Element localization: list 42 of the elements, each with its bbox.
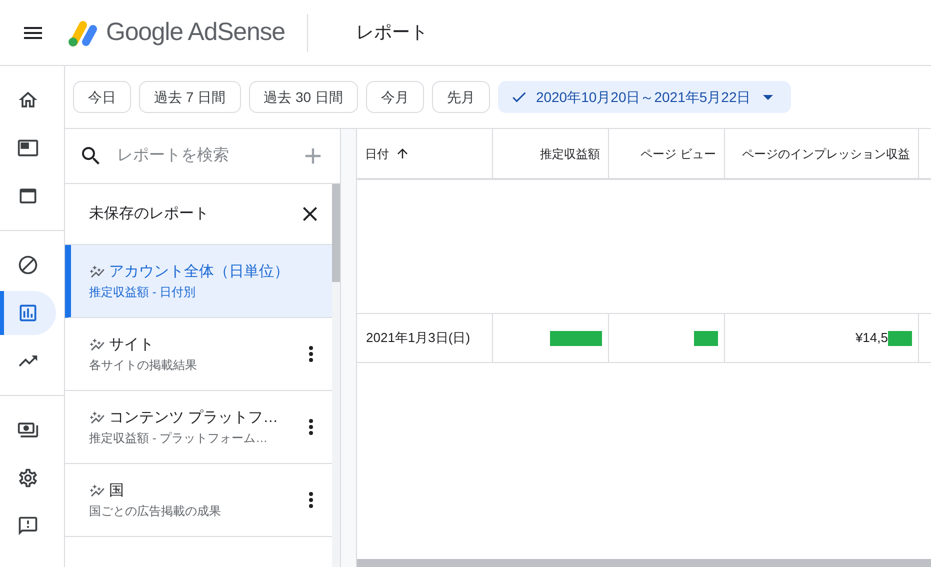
column-header[interactable]: 日付 [357, 129, 493, 178]
ad-display-icon [17, 137, 39, 159]
horizontal-scrollbar[interactable] [357, 559, 931, 567]
date-filter-chip[interactable]: 今日 [73, 81, 131, 113]
cell-text: ¥14,5 [855, 329, 888, 348]
column-header[interactable]: ページのインプレッション収益 [725, 129, 919, 178]
column-header[interactable]: ページ ビュー [609, 129, 725, 178]
page-title: レポート [356, 21, 428, 44]
report-title: 国 [109, 480, 124, 501]
report-title: アカウント全体（日単位） [109, 262, 289, 282]
settings-icon [17, 467, 39, 489]
date-filter-chip[interactable]: 先月 [432, 81, 490, 113]
report-item[interactable]: アカウント全体（日単位） 推定収益額 - 日付別 [65, 245, 332, 318]
cell-text: 2021年1月3日(日) [366, 329, 470, 348]
auto-graph-icon [89, 410, 105, 426]
search-field[interactable]: レポートを検索 [117, 144, 286, 168]
date-filter-chip[interactable]: 2020年10月20日～2021年5月22日 [498, 81, 791, 113]
unsaved-report-title: 未保存のレポート [89, 204, 209, 224]
logo-text: Google AdSense [106, 16, 285, 48]
bar-chart-icon [17, 302, 39, 324]
report-subtitle: 各サイトの掲載結果 [89, 357, 198, 374]
report-subtitle: 推定収益額 - プラットフォーム… [89, 430, 269, 448]
auto-graph-icon [89, 337, 105, 353]
more-vertical-icon [309, 346, 313, 362]
auto-graph-icon [89, 264, 105, 280]
column-header[interactable]: 推定収益額 [493, 129, 609, 178]
scrollbar-thumb[interactable] [332, 184, 340, 282]
nav-item[interactable] [0, 291, 56, 335]
auto-graph-icon [89, 483, 105, 499]
caret-icon [762, 94, 773, 100]
date-filter-chip[interactable]: 過去 30 日間 [248, 81, 358, 113]
report-subtitle: 推定収益額 - 日付別 [89, 284, 197, 302]
report-title: コンテンツ プラットフ… [109, 408, 278, 428]
more-vertical-icon [309, 419, 313, 435]
sort-arrow-icon [395, 146, 410, 161]
report-subtitle: 国ごとの広告掲載の成果 [89, 503, 222, 520]
block-icon [17, 254, 39, 276]
date-filter-chip[interactable]: 過去 7 日間 [139, 81, 241, 113]
more-vertical-icon [309, 492, 313, 508]
feedback-icon [17, 515, 39, 537]
report-title: サイト [109, 334, 154, 355]
date-filter-chip[interactable]: 今月 [366, 81, 424, 113]
